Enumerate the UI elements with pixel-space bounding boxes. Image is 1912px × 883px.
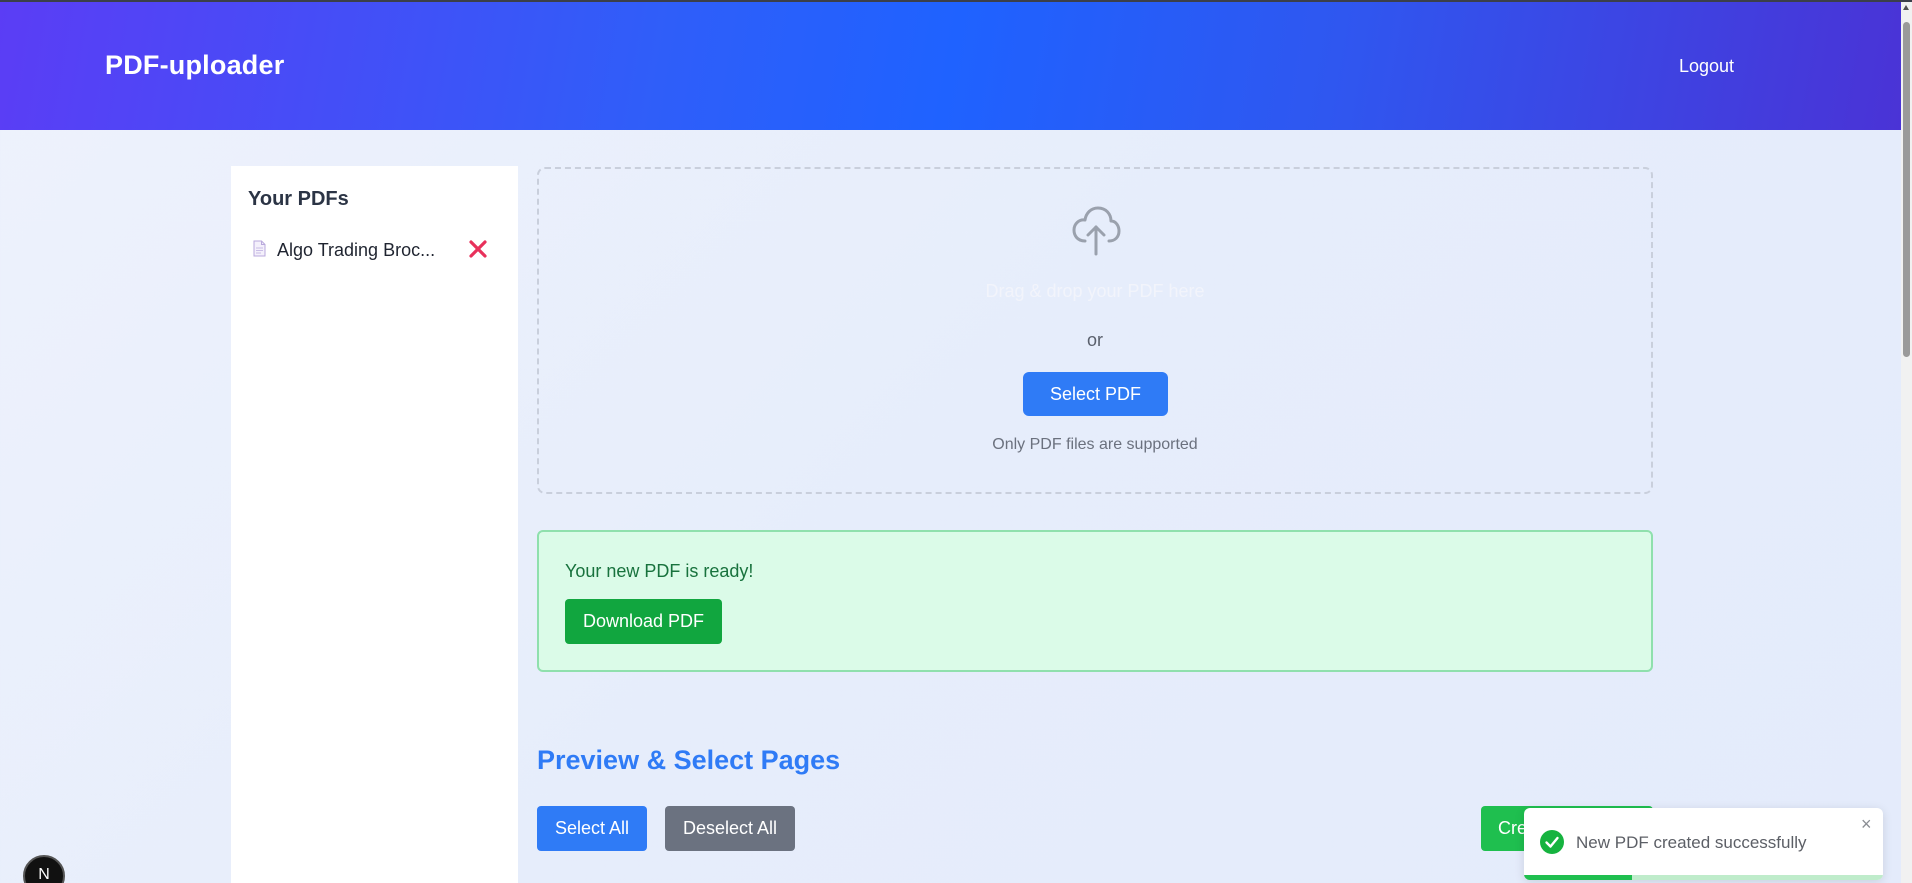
pdf-dropzone[interactable]: Drag & drop your PDF here or Select PDF … xyxy=(537,167,1653,494)
pdf-list-item[interactable]: Algo Trading Broc... xyxy=(243,234,505,266)
file-type-hint: Only PDF files are supported xyxy=(992,436,1198,453)
app-header: PDF-uploader Logout xyxy=(0,2,1901,130)
pdf-sidebar: Your PDFs Algo Trading Broc... xyxy=(231,166,518,883)
check-circle-icon xyxy=(1540,830,1564,854)
select-pdf-button[interactable]: Select PDF xyxy=(1023,372,1168,416)
close-x-icon[interactable] xyxy=(466,237,490,261)
deselect-all-button[interactable]: Deselect All xyxy=(665,806,795,851)
logout-link[interactable]: Logout xyxy=(1679,56,1734,77)
preview-section-title: Preview & Select Pages xyxy=(537,745,841,775)
download-pdf-button[interactable]: Download PDF xyxy=(565,599,722,644)
brand-title: PDF-uploader xyxy=(105,50,285,80)
dev-tools-badge[interactable]: N xyxy=(23,855,65,883)
pdf-ready-panel: Your new PDF is ready! Download PDF xyxy=(537,530,1653,672)
toast-progress-bar xyxy=(1524,875,1632,880)
ready-message: Your new PDF is ready! xyxy=(565,561,754,581)
toast-progress-track xyxy=(1524,875,1883,880)
toast-close-icon[interactable]: × xyxy=(1861,815,1872,833)
page-scrollbar[interactable] xyxy=(1901,2,1912,883)
cloud-upload-icon xyxy=(1072,206,1121,256)
toast-message: New PDF created successfully xyxy=(1576,833,1807,852)
scrollbar-thumb[interactable] xyxy=(1903,22,1910,357)
file-icon xyxy=(253,240,266,257)
success-toast: New PDF created successfully × xyxy=(1524,808,1883,880)
or-separator: or xyxy=(1086,330,1103,350)
pdf-item-name: Algo Trading Broc... xyxy=(277,240,436,260)
sidebar-title: Your PDFs xyxy=(248,188,349,210)
scroll-up-arrow-icon[interactable] xyxy=(1903,5,1909,10)
select-all-button[interactable]: Select All xyxy=(537,806,647,851)
drop-instructions: Drag & drop your PDF here xyxy=(985,281,1205,301)
